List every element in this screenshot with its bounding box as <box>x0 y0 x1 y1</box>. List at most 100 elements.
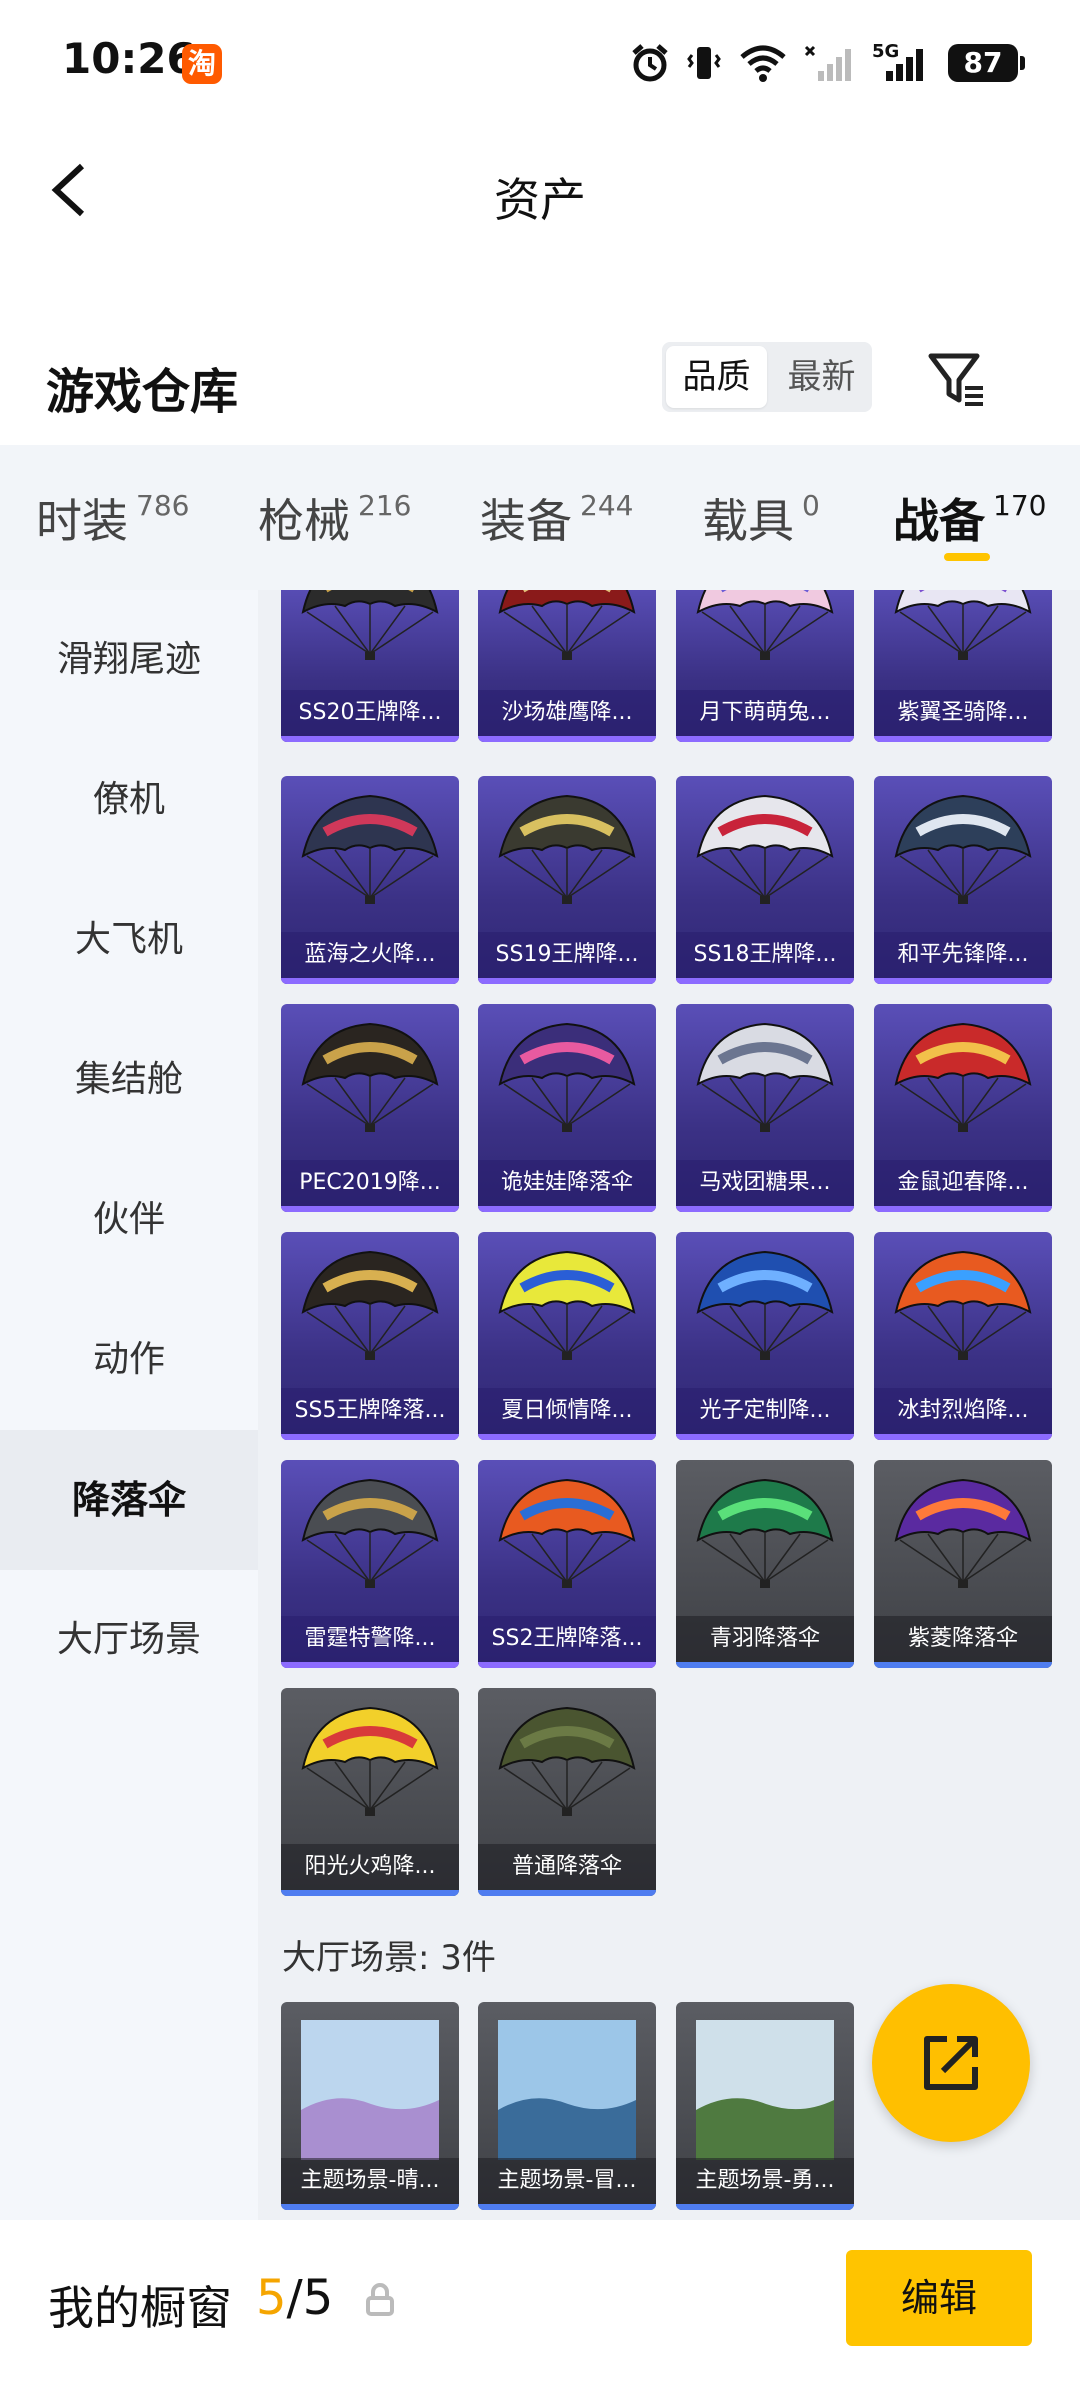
item-rarity-bar <box>478 736 656 742</box>
tab-guns[interactable]: 枪械 216 <box>258 485 411 551</box>
parachute-item[interactable]: 阳光火鸡降... <box>281 1688 459 1896</box>
sidebar-item-lobby-scene[interactable]: 大厅场景 <box>0 1570 258 1710</box>
sidebar: 滑翔尾迹 僚机 大飞机 集结舱 伙伴 动作 降落伞 大厅场景 <box>0 590 258 2220</box>
parachute-item[interactable]: SS19王牌降... <box>478 776 656 984</box>
parachute-image <box>301 1478 439 1588</box>
item-rarity-bar <box>281 978 459 984</box>
parachute-image <box>696 1478 834 1588</box>
filter-icon[interactable] <box>925 348 989 412</box>
lock-icon <box>366 2283 394 2316</box>
share-button[interactable] <box>872 1984 1030 2142</box>
parachute-item[interactable]: 雷霆特警降... <box>281 1460 459 1668</box>
parachute-item[interactable]: 青羽降落伞 <box>676 1460 854 1668</box>
warehouse-title: 游戏仓库 <box>46 364 239 420</box>
showcase-count-current: 5 <box>256 2270 287 2326</box>
item-rarity-bar <box>478 1434 656 1440</box>
sidebar-item-companion[interactable]: 伙伴 <box>0 1150 258 1290</box>
parachute-item-label: 冰封烈焰降... <box>874 1388 1052 1434</box>
parachute-item-label: 和平先锋降... <box>874 932 1052 978</box>
parachute-image <box>301 1022 439 1132</box>
parachute-item[interactable]: 蓝海之火降... <box>281 776 459 984</box>
parachute-item[interactable]: 和平先锋降... <box>874 776 1052 984</box>
item-rarity-bar <box>874 978 1052 984</box>
parachute-item[interactable]: 诡娃娃降落伞 <box>478 1004 656 1212</box>
parachute-item-label: SS5王牌降落... <box>281 1388 459 1434</box>
item-rarity-bar <box>676 978 854 984</box>
lobby-scene-item[interactable]: 主题场景-勇... <box>676 2002 854 2210</box>
sidebar-item-wingman[interactable]: 僚机 <box>0 730 258 870</box>
item-rarity-bar <box>478 1890 656 1896</box>
item-rarity-bar <box>676 2204 854 2210</box>
parachute-item[interactable]: 紫菱降落伞 <box>874 1460 1052 1668</box>
parachute-image <box>498 794 636 904</box>
showcase-count-separator: / <box>286 2270 303 2326</box>
lobby-scene-item[interactable]: 主题场景-晴... <box>281 2002 459 2210</box>
lobby-scene-item[interactable]: 主题场景-冒... <box>478 2002 656 2210</box>
parachute-item-label: 光子定制降... <box>676 1388 854 1434</box>
page-title: 资产 <box>494 173 586 227</box>
parachute-item[interactable]: 夏日倾情降... <box>478 1232 656 1440</box>
tab-vehicles[interactable]: 载具 0 <box>702 485 820 551</box>
parachute-item[interactable]: 月下萌萌兔... <box>676 590 854 742</box>
sidebar-item-emote[interactable]: 动作 <box>0 1290 258 1430</box>
tab-count: 786 <box>136 489 190 522</box>
edit-button[interactable]: 编辑 <box>846 2250 1032 2346</box>
parachute-item[interactable]: SS18王牌降... <box>676 776 854 984</box>
parachute-item[interactable]: SS2王牌降落... <box>478 1460 656 1668</box>
parachute-item[interactable]: 冰封烈焰降... <box>874 1232 1052 1440</box>
tab-label: 战备 <box>893 494 985 548</box>
lobby-scene-item-label: 主题场景-冒... <box>478 2158 656 2204</box>
parachute-item[interactable]: 紫翼圣骑降... <box>874 590 1052 742</box>
item-rarity-bar <box>281 1662 459 1668</box>
parachute-item-label: 金鼠迎春降... <box>874 1160 1052 1206</box>
item-rarity-bar <box>874 1434 1052 1440</box>
share-icon <box>924 2036 978 2090</box>
parachute-item[interactable]: 沙场雄鹰降... <box>478 590 656 742</box>
tab-label: 载具 <box>702 494 794 548</box>
parachute-image <box>894 590 1032 660</box>
parachute-item[interactable]: PEC2019降... <box>281 1004 459 1212</box>
item-rarity-bar <box>676 1206 854 1212</box>
item-rarity-bar <box>874 736 1052 742</box>
sort-by-quality[interactable]: 品质 <box>666 346 767 408</box>
showcase-bar: 我的橱窗 5/5 编辑 <box>0 2220 1080 2382</box>
battery-indicator: 87 <box>948 44 1025 82</box>
parachute-item[interactable]: 光子定制降... <box>676 1232 854 1440</box>
parachute-item-label: 月下萌萌兔... <box>676 690 854 736</box>
sidebar-item-parachute[interactable]: 降落伞 <box>0 1430 258 1570</box>
tab-battle-gear[interactable]: 战备 170 <box>893 485 1046 551</box>
parachute-item[interactable]: 金鼠迎春降... <box>874 1004 1052 1212</box>
taobao-notification-icon: 淘 <box>182 44 222 84</box>
parachute-item[interactable]: SS5王牌降落... <box>281 1232 459 1440</box>
parachute-image <box>696 794 834 904</box>
parachute-item-label: 普通降落伞 <box>478 1844 656 1890</box>
parachute-item[interactable]: 普通降落伞 <box>478 1688 656 1896</box>
parachute-image <box>894 1250 1032 1360</box>
parachute-image <box>498 1022 636 1132</box>
wifi-icon <box>740 45 786 82</box>
parachute-image <box>894 1478 1032 1588</box>
showcase-count-total: 5 <box>302 2270 334 2326</box>
sidebar-item-airplane[interactable]: 大飞机 <box>0 870 258 1010</box>
item-rarity-bar <box>478 1206 656 1212</box>
parachute-item-label: 紫菱降落伞 <box>874 1616 1052 1662</box>
parachute-item-label: SS2王牌降落... <box>478 1616 656 1662</box>
sidebar-item-capsule[interactable]: 集结舱 <box>0 1010 258 1150</box>
parachute-image <box>498 1250 636 1360</box>
item-rarity-bar <box>281 2204 459 2210</box>
sidebar-item-glide-trail[interactable]: 滑翔尾迹 <box>0 590 258 730</box>
sort-by-latest[interactable]: 最新 <box>771 342 872 412</box>
parachute-image <box>301 1706 439 1816</box>
parachute-image <box>894 1022 1032 1132</box>
parachute-item[interactable]: 马戏团糖果... <box>676 1004 854 1212</box>
parachute-item[interactable]: SS20王牌降... <box>281 590 459 742</box>
vibrate-icon <box>687 47 721 79</box>
warehouse-header: 游戏仓库 品质 最新 <box>0 320 1080 440</box>
scene-thumbnail <box>696 2020 834 2160</box>
scene-thumbnail <box>498 2020 636 2160</box>
tab-equipment[interactable]: 装备 244 <box>480 485 633 551</box>
parachute-image <box>894 794 1032 904</box>
alarm-icon <box>632 44 668 82</box>
tab-fashion[interactable]: 时装 786 <box>36 485 189 551</box>
parachute-image <box>696 1022 834 1132</box>
